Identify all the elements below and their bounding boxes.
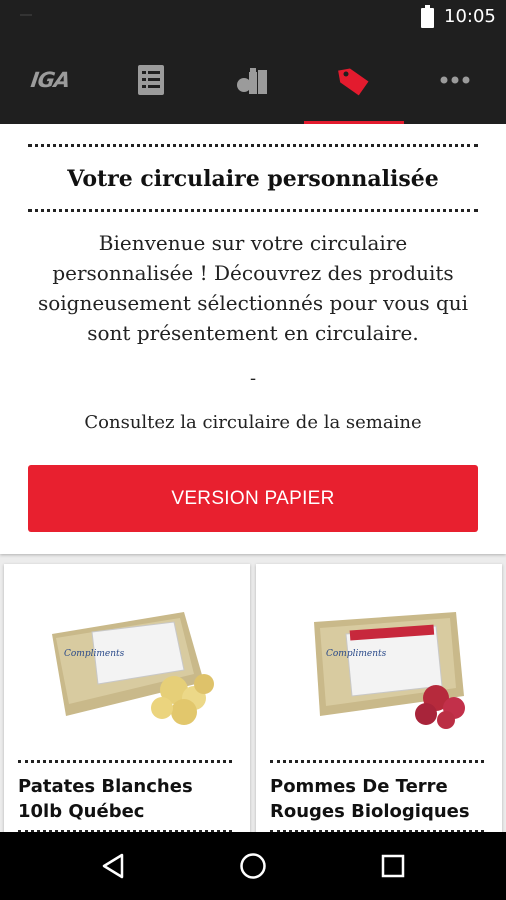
dotted-divider (270, 760, 484, 763)
product-name: Pommes De Terre Rouges Biologiques (270, 776, 470, 822)
product-card[interactable]: Compliments Pommes De Terre Rouges Biolo… (256, 564, 502, 832)
intro-text: Bienvenue sur votre circulaire personnal… (37, 231, 469, 345)
home-icon (240, 853, 266, 879)
recents-button[interactable] (373, 846, 413, 886)
paper-version-button[interactable]: VERSION PAPIER (28, 465, 478, 532)
tab-list[interactable] (101, 36, 201, 124)
back-icon (102, 853, 124, 879)
notification-indicator (20, 14, 32, 16)
page-title: Votre circulaire personnalisée (67, 166, 439, 192)
grocery-icon (237, 68, 267, 94)
dotted-divider (28, 144, 478, 147)
tab-more[interactable] (405, 36, 505, 124)
dotted-divider (18, 760, 232, 763)
white-potatoes-bag-image: Compliments (52, 612, 214, 725)
list-icon (138, 65, 164, 95)
product-card[interactable]: Compliments Patates Blanches 10lb Québec (4, 564, 250, 832)
main-content[interactable]: Votre circulaire personnalisée Bienvenue… (0, 124, 506, 832)
iga-logo: IGA (29, 68, 71, 92)
back-button[interactable] (93, 846, 133, 886)
system-nav-bar (0, 832, 506, 900)
home-button[interactable] (233, 846, 273, 886)
tab-circular[interactable] (304, 36, 404, 124)
status-bar: 10:05 (0, 0, 506, 36)
product-name: Patates Blanches 10lb Québec (18, 776, 193, 822)
weekly-circular-text: Consultez la circulaire de la semaine (84, 412, 422, 433)
red-potatoes-bag-image: Compliments (314, 612, 465, 729)
price-tag-icon (338, 68, 369, 96)
dotted-divider (28, 209, 478, 212)
svg-text:Compliments: Compliments (326, 649, 387, 659)
clock: 10:05 (444, 6, 496, 27)
top-nav: IGA (0, 36, 506, 124)
tab-home-logo[interactable]: IGA (0, 36, 100, 124)
intro-card: Votre circulaire personnalisée Bienvenue… (0, 124, 506, 554)
more-icon (440, 76, 470, 84)
svg-text:Compliments: Compliments (64, 649, 125, 659)
recents-icon (381, 854, 405, 878)
battery-icon (421, 5, 434, 28)
separator-text: - (249, 368, 257, 389)
tab-grocery[interactable] (202, 36, 302, 124)
